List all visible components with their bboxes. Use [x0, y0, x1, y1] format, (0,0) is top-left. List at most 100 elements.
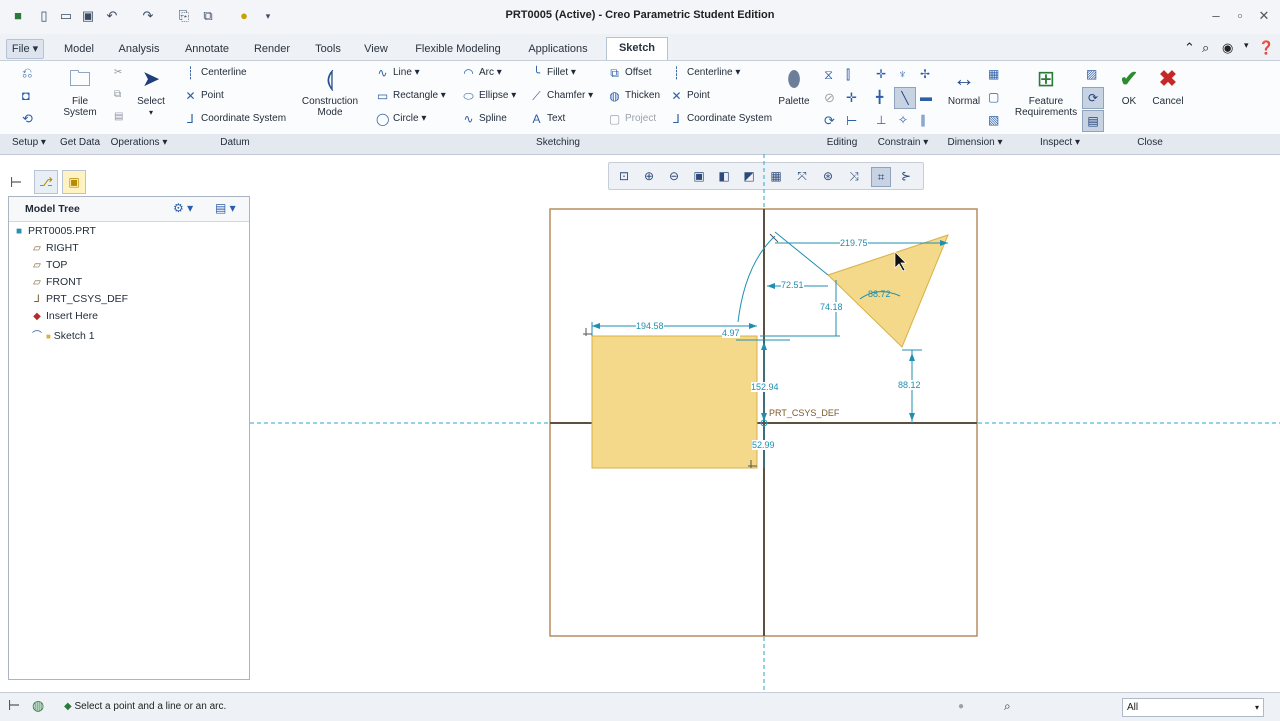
tab-flexible-modeling[interactable]: Flexible Modeling	[404, 39, 512, 59]
vertical-constraint-icon[interactable]: ✛	[876, 67, 886, 81]
project-button[interactable]: ▢ Project	[608, 113, 656, 126]
highlight-open-ends-icon[interactable]: ⟳	[1082, 87, 1104, 109]
tree-settings-icon[interactable]: ⚙ ▾	[173, 201, 193, 215]
tree-filters-icon[interactable]: ▤ ▾	[215, 201, 236, 215]
tree-item-csys[interactable]: ⅃ PRT_CSYS_DEF	[31, 293, 128, 305]
rectangle-button[interactable]: ▭ Rectangle ▾	[376, 90, 446, 103]
feature-requirements-button[interactable]: ⊞ Feature Requirements	[1014, 65, 1078, 118]
spline-button[interactable]: ∿ Spline	[462, 113, 506, 126]
tree-item-sketch[interactable]: ⌒ ■ Sketch 1	[31, 327, 95, 342]
divide-icon[interactable]: ⊘	[824, 90, 835, 106]
model-tree-tab-icon[interactable]: ⎇	[34, 170, 58, 194]
tab-view[interactable]: View	[356, 39, 396, 59]
dim-rect-height-top[interactable]: 152.94	[751, 382, 779, 392]
fillet-button[interactable]: ╰ Fillet ▾	[530, 67, 576, 80]
tab-tools[interactable]: Tools	[304, 39, 352, 59]
sketch-view-icon[interactable]: ◘	[22, 88, 30, 103]
tree-item-part[interactable]: ■ PRT0005.PRT	[13, 225, 96, 237]
tab-render[interactable]: Render	[244, 39, 300, 59]
group-inspect[interactable]: Inspect ▾	[1012, 137, 1108, 148]
datum-coordinate-system-button[interactable]: ⅃ Coordinate System	[184, 113, 286, 126]
circle-button[interactable]: ◯ Circle ▾	[376, 113, 426, 126]
tangent-constraint-icon[interactable]: ♆	[898, 67, 907, 81]
minimize-icon[interactable]: –	[1206, 6, 1226, 26]
group-operations[interactable]: Operations ▾	[106, 137, 172, 148]
tree-item-right[interactable]: ▱ RIGHT	[31, 242, 79, 254]
select-button[interactable]: ➤ Select ▾	[132, 65, 170, 118]
midpoint-constraint-icon[interactable]: ✢	[920, 67, 930, 81]
sketched-rectangle[interactable]	[591, 335, 758, 469]
symmetric-constraint-icon[interactable]: ✧	[898, 113, 908, 127]
rotate-resize-icon[interactable]: ⟳	[824, 113, 835, 129]
palette-button[interactable]: ⬮ Palette	[776, 65, 812, 107]
dim-rect-height-bottom[interactable]: 52.99	[752, 440, 775, 450]
perpendicular-constraint-icon[interactable]: ╲	[894, 87, 916, 109]
chamfer-button[interactable]: ⟋ Chamfer ▾	[530, 90, 593, 103]
dim-tri-bottom[interactable]: 88.12	[898, 380, 921, 390]
tab-analysis[interactable]: Analysis	[110, 39, 168, 59]
paste-icon[interactable]: ▤	[114, 111, 123, 122]
dim-rect-offset[interactable]: 4.97	[722, 328, 740, 338]
group-constrain[interactable]: Constrain ▾	[868, 137, 938, 148]
dim-rect-width[interactable]: 194.58	[636, 321, 664, 331]
dim-tri-offset[interactable]: 72.51	[781, 280, 804, 290]
dim-tri-top[interactable]: 219.75	[840, 238, 868, 248]
tab-file[interactable]: File ▾	[6, 39, 44, 59]
baseline-icon[interactable]: ▧	[988, 113, 999, 127]
sketch-centerline-button[interactable]: ┊ Centerline ▾	[670, 67, 741, 80]
collapse-navigator-icon[interactable]: ⊢	[10, 174, 22, 191]
sketch-setup-icon[interactable]: ⎌	[22, 65, 32, 81]
datum-point-button[interactable]: ✕ Point	[184, 90, 223, 103]
dim-tri-angle[interactable]: 88.72	[868, 289, 891, 299]
tab-applications[interactable]: Applications	[518, 39, 598, 59]
offset-button[interactable]: ⧉ Offset	[608, 67, 651, 80]
normal-dimension-button[interactable]: ↔ Normal	[944, 65, 984, 107]
folder-browser-tab-icon[interactable]: ▣	[62, 170, 86, 194]
tree-item-insert-here[interactable]: ◆ Insert Here	[31, 310, 98, 322]
arc-button[interactable]: ◠ Arc ▾	[462, 67, 502, 80]
group-dimension[interactable]: Dimension ▾	[940, 137, 1010, 148]
close-window-icon[interactable]: ✕	[1254, 6, 1274, 26]
corner-icon[interactable]: ⊢	[846, 113, 857, 129]
tab-annotate[interactable]: Annotate	[176, 39, 238, 59]
horizontal-constraint-icon[interactable]: ╋	[876, 90, 883, 104]
sketch-canvas[interactable]	[250, 154, 1280, 692]
parallel-constraint-icon[interactable]: ∥	[920, 113, 926, 127]
selection-filter-dropdown[interactable]: All ▾	[1122, 698, 1264, 717]
construction-mode-button[interactable]: ⟬ Construction Mode	[300, 65, 360, 118]
modify-icon[interactable]: ⧖	[824, 67, 833, 83]
help-icon[interactable]: ❓	[1258, 40, 1274, 56]
cut-icon[interactable]: ✂	[114, 67, 122, 78]
tree-item-front[interactable]: ▱ FRONT	[31, 276, 82, 288]
reference-dimension-icon[interactable]: ▢	[988, 90, 999, 104]
ellipse-button[interactable]: ⬭ Ellipse ▾	[462, 90, 516, 103]
equal-constraint-icon[interactable]: ▬	[920, 90, 932, 104]
copy-icon[interactable]: ⧉	[114, 89, 121, 100]
search-icon[interactable]: ⌕	[1202, 40, 1209, 56]
maximize-icon[interactable]: ▫	[1230, 6, 1250, 26]
ribbon-collapse-icon[interactable]: ⌃	[1184, 40, 1195, 56]
show-navigator-icon[interactable]: ⊢	[8, 697, 20, 714]
line-button[interactable]: ∿ Line ▾	[376, 67, 419, 80]
tab-sketch[interactable]: Sketch	[606, 37, 668, 61]
tab-model[interactable]: Model	[56, 39, 102, 59]
settings-icon[interactable]: ◉	[1222, 40, 1233, 56]
perimeter-icon[interactable]: ▦	[988, 67, 999, 81]
find-icon[interactable]: ⌕	[1004, 699, 1011, 714]
text-button[interactable]: A Text	[530, 113, 565, 126]
coincident-constraint-icon[interactable]: ⊥	[876, 113, 886, 127]
delete-segment-icon[interactable]: ✛	[846, 90, 857, 106]
ok-button[interactable]: ✔ OK	[1114, 65, 1144, 107]
cancel-button[interactable]: ✖ Cancel	[1150, 65, 1186, 107]
datum-centerline-button[interactable]: ┊ Centerline	[184, 67, 247, 80]
reference-icon[interactable]: ⟲	[22, 111, 33, 127]
settings-dropdown-icon[interactable]: ▾	[1244, 40, 1249, 51]
group-setup[interactable]: Setup ▾	[6, 137, 52, 148]
tree-item-top[interactable]: ▱ TOP	[31, 259, 67, 271]
file-system-button[interactable]: 🗀 File System	[58, 65, 102, 118]
thicken-button[interactable]: ◍ Thicken	[608, 90, 660, 103]
sketch-coordinate-system-button[interactable]: ⅃ Coordinate System	[670, 113, 772, 126]
browser-icon[interactable]: ◍	[32, 697, 44, 714]
overlapping-geometry-icon[interactable]: ▨	[1086, 67, 1097, 81]
shade-closed-loops-icon[interactable]: ▤	[1082, 110, 1104, 132]
